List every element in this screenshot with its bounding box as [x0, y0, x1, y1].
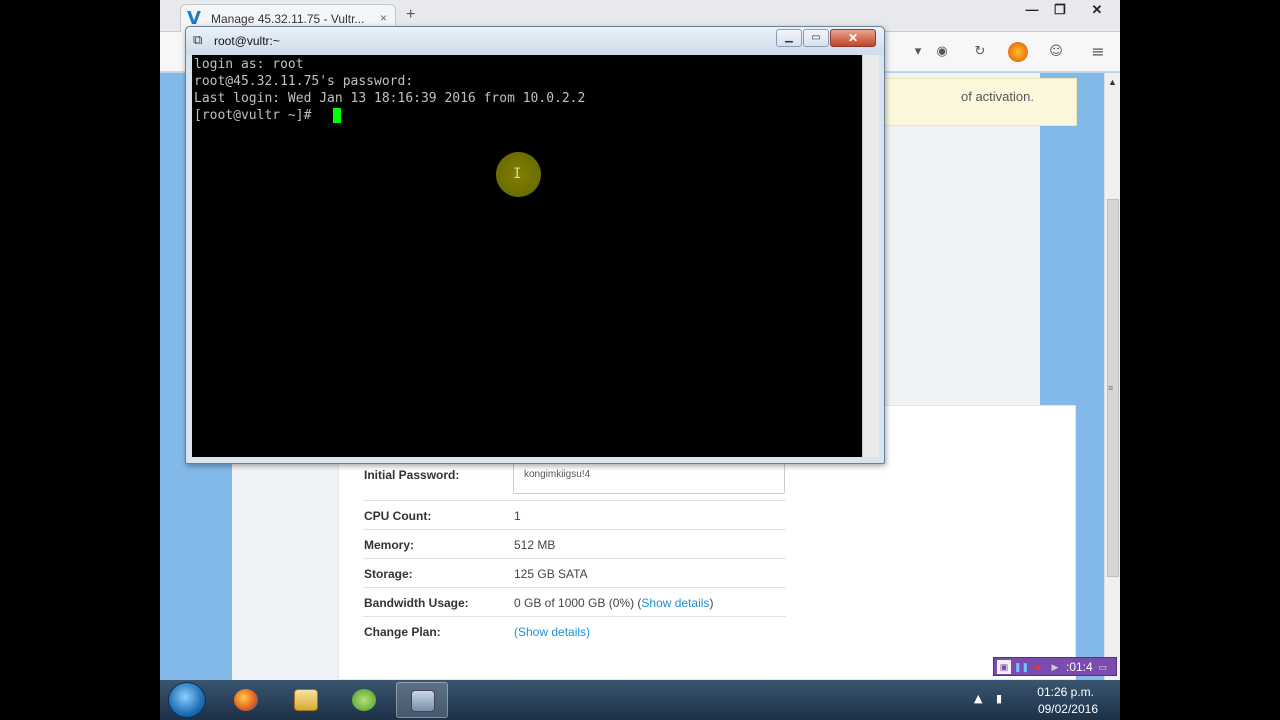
new-tab-button[interactable]: +	[406, 6, 415, 24]
stop-icon[interactable]: ■	[1031, 660, 1045, 674]
network-signal-icon[interactable]: ▮	[996, 692, 1002, 705]
terminal-line: login as: root	[194, 57, 304, 72]
taskbar-explorer[interactable]	[280, 682, 332, 718]
taskbar: ▲ ▮ 01:26 p.m. 09/02/2016	[160, 680, 1120, 720]
color-picker-icon[interactable]	[1008, 42, 1028, 62]
info-label: Initial Password:	[364, 468, 460, 482]
system-tray: ▲ ▮ 01:26 p.m. 09/02/2016	[970, 680, 1120, 720]
info-value: 1	[514, 509, 521, 523]
pause-icon[interactable]: ❚❚	[1014, 660, 1029, 674]
putty-close-button[interactable]: ✕	[830, 29, 876, 47]
recorder-screen-icon[interactable]: ▣	[997, 659, 1011, 674]
bandwidth-text: 0 GB of 1000 GB (0%) (	[514, 596, 642, 610]
info-row-storage: Storage: 125 GB SATA	[363, 559, 786, 588]
bandwidth-suffix: )	[709, 596, 714, 610]
password-field[interactable]: kongimkiigsu!4	[513, 462, 785, 494]
info-row-cpu: CPU Count: 1	[363, 501, 786, 530]
lightbulb-icon[interactable]: ◉	[932, 42, 952, 62]
putty-title: root@vultr:~	[214, 34, 280, 48]
info-value: 0 GB of 1000 GB (0%) (Show details)	[514, 596, 713, 610]
minimize-button[interactable]: —	[1018, 0, 1046, 20]
start-button[interactable]	[168, 682, 206, 718]
putty-minimize-button[interactable]: ▁	[776, 29, 802, 47]
page-scrollbar[interactable]: ▲ ≡	[1104, 73, 1120, 680]
info-row-change-plan: Change Plan: (Show details)	[363, 617, 786, 646]
change-plan-show-details-link[interactable]: (Show details)	[514, 625, 590, 639]
info-label: Memory:	[364, 538, 415, 552]
terminal-prompt: [root@vultr ~]#	[194, 108, 320, 123]
text-cursor-icon: I	[513, 166, 522, 182]
info-row-bandwidth: Bandwidth Usage: 0 GB of 1000 GB (0%) (S…	[363, 588, 786, 617]
info-label: CPU Count:	[364, 509, 432, 523]
putty-maximize-button[interactable]: ▭	[803, 29, 829, 47]
browser-window-controls: — ❐ ✕	[1018, 0, 1120, 20]
tab-title: Manage 45.32.11.75 - Vultr...	[211, 11, 365, 26]
terminal-line: Last login: Wed Jan 13 18:16:39 2016 fro…	[194, 91, 586, 106]
play-icon[interactable]: ▶	[1048, 660, 1062, 674]
terminal-scrollbar[interactable]	[862, 55, 879, 457]
putty-taskbar-icon	[411, 690, 435, 712]
info-value: 125 GB SATA	[514, 567, 588, 581]
close-button[interactable]: ✕	[1074, 0, 1120, 20]
taskbar-spring[interactable]	[338, 682, 390, 718]
info-row-password: Initial Password: kongimkiigsu!4	[363, 462, 786, 501]
spring-leaf-icon	[352, 689, 376, 711]
scroll-up-arrow-icon[interactable]: ▲	[1108, 77, 1117, 87]
recorder-time: :01:4	[1066, 659, 1093, 674]
bandwidth-show-details-link[interactable]: Show details	[641, 596, 709, 610]
activation-notice: of activation.	[882, 78, 1077, 126]
folder-icon	[294, 689, 318, 711]
scroll-grip-icon: ≡	[1108, 383, 1114, 393]
maximize-button[interactable]: ❐	[1046, 0, 1074, 20]
putty-titlebar[interactable]: ⧉ root@vultr:~ ▁ ▭ ✕	[186, 27, 884, 55]
terminal[interactable]: login as: root root@45.32.11.75's passwo…	[192, 55, 862, 457]
tray-expand-icon[interactable]: ▲	[974, 692, 982, 705]
taskbar-firefox[interactable]	[220, 682, 272, 718]
tab-close-icon[interactable]: ×	[380, 11, 387, 25]
clock-time[interactable]: 01:26 p.m.	[1037, 685, 1094, 699]
info-label: Storage:	[364, 567, 413, 581]
info-label: Change Plan:	[364, 625, 441, 639]
info-row-memory: Memory: 512 MB	[363, 530, 786, 559]
dropdown-arrow-icon[interactable]: ▾	[908, 42, 928, 62]
firefox-icon	[234, 689, 258, 711]
smiley-icon[interactable]: ☺	[1046, 42, 1066, 62]
clock-date[interactable]: 09/02/2016	[1038, 702, 1098, 716]
putty-icon: ⧉	[193, 33, 203, 48]
notice-text: of activation.	[961, 89, 1034, 104]
info-value: 512 MB	[514, 538, 556, 552]
taskbar-putty[interactable]	[396, 682, 448, 718]
terminal-line: root@45.32.11.75's password:	[194, 74, 414, 89]
history-icon[interactable]: ↻	[970, 42, 990, 62]
info-label: Bandwidth Usage:	[364, 596, 469, 610]
putty-window[interactable]: ⧉ root@vultr:~ ▁ ▭ ✕ login as: root root…	[185, 26, 885, 464]
screen-recorder-widget: ▣ ❚❚ ■ ▶ :01:4 ▭	[993, 657, 1117, 676]
terminal-cursor	[333, 108, 341, 123]
menu-icon[interactable]: ≡	[1088, 42, 1108, 62]
recorder-menu-icon[interactable]: ▭	[1096, 660, 1110, 674]
vultr-favicon-icon: V	[187, 7, 201, 29]
